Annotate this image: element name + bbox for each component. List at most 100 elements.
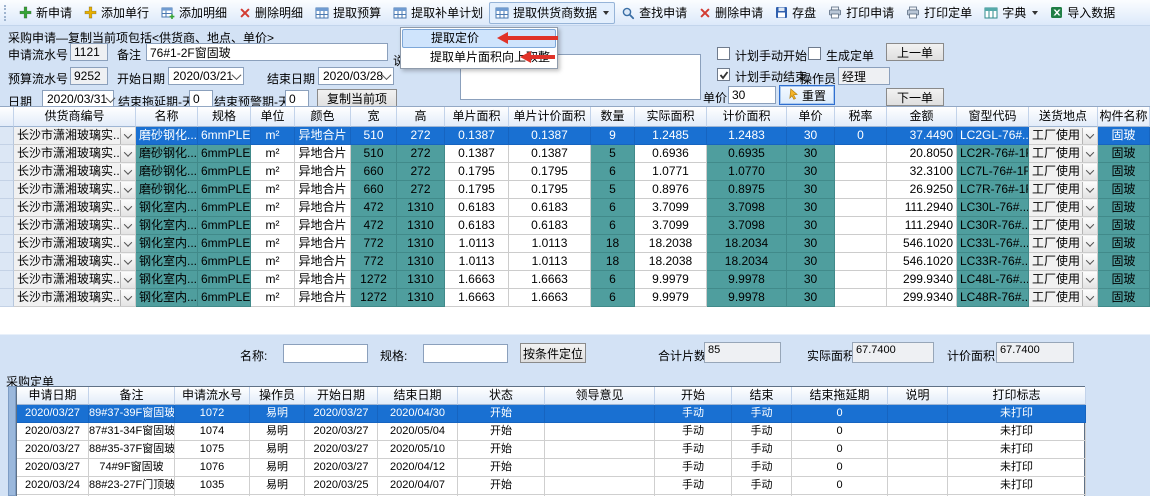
grid-cell[interactable]: 工厂使用	[1029, 163, 1098, 181]
dictionary-button[interactable]: 字典	[978, 2, 1044, 24]
budget-serial-input[interactable]	[70, 67, 108, 85]
grid-cell[interactable]: 0.6936	[635, 145, 707, 163]
orders-cell[interactable]: 88#35-37F窗固玻	[89, 441, 175, 459]
grid-cell[interactable]: LC7L-76#-1FO	[957, 163, 1029, 181]
end-date-combo[interactable]: 2020/03/28	[318, 67, 394, 85]
grid-cell[interactable]: 1.0113	[445, 235, 509, 253]
orders-cell[interactable]: 2020/05/10	[378, 441, 458, 459]
grid-cell[interactable]: 472	[351, 199, 397, 217]
grid-cell[interactable]: 6mmPLE...	[198, 253, 251, 271]
grid-cell[interactable]: 固玻	[1098, 253, 1150, 271]
start-date-combo[interactable]: 2020/03/21	[168, 67, 244, 85]
grid-column-header[interactable]: 送货地点	[1029, 107, 1098, 127]
grid-cell[interactable]: 0.1795	[445, 181, 509, 199]
grid-cell[interactable]: 长沙市潇湘玻璃实...	[14, 181, 136, 199]
grid-cell[interactable]: 26.9250	[887, 181, 957, 199]
grid-cell[interactable]: 0.1387	[509, 145, 591, 163]
orders-column-header[interactable]: 申请流水号	[175, 387, 250, 405]
grid-cell[interactable]: 固玻	[1098, 127, 1150, 145]
grid-cell[interactable]: 1272	[351, 271, 397, 289]
grid-cell[interactable]: 异地合片	[295, 289, 351, 307]
grid-cell[interactable]: m²	[251, 181, 295, 199]
orders-column-header[interactable]: 说明	[888, 387, 948, 405]
grid-cell[interactable]: 6	[591, 271, 635, 289]
orders-cell[interactable]: 2020/03/27	[17, 423, 89, 441]
orders-cell[interactable]: 易明	[250, 459, 305, 477]
grid-cell[interactable]: 9.9979	[635, 271, 707, 289]
orders-cell[interactable]: 手动	[732, 477, 792, 495]
grid-cell[interactable]: 299.9340	[887, 289, 957, 307]
grid-cell[interactable]: 272	[397, 181, 445, 199]
grid-cell[interactable]: 工厂使用	[1029, 199, 1098, 217]
extract-supplier-data-button[interactable]: 提取供货商数据	[489, 2, 615, 24]
grid-cell[interactable]: 长沙市潇湘玻璃实...	[14, 235, 136, 253]
grid-column-header[interactable]: 构件名称	[1098, 107, 1150, 127]
grid-cell[interactable]: 30	[787, 289, 835, 307]
grid-cell[interactable]: 6mmPLE...	[198, 271, 251, 289]
grid-cell[interactable]: 18	[591, 253, 635, 271]
orders-column-header[interactable]: 开始日期	[305, 387, 378, 405]
grid-cell[interactable]: m²	[251, 271, 295, 289]
orders-cell[interactable]: 开始	[458, 477, 545, 495]
grid-cell[interactable]: 1.0113	[509, 235, 591, 253]
grid-cell[interactable]: 510	[351, 127, 397, 145]
print-request-button[interactable]: 打印申请	[822, 2, 900, 24]
grid-cell[interactable]: 工厂使用	[1029, 235, 1098, 253]
grid-cell[interactable]: 1.0113	[509, 253, 591, 271]
orders-cell[interactable]: 手动	[655, 459, 732, 477]
orders-column-header[interactable]: 状态	[458, 387, 545, 405]
grid-column-header[interactable]: 数量	[591, 107, 635, 127]
grid-column-header[interactable]: 规格	[198, 107, 251, 127]
grid-column-header[interactable]: 实际面积	[635, 107, 707, 127]
grid-column-header[interactable]: 计价面积	[707, 107, 787, 127]
grid-cell[interactable]: 1310	[397, 235, 445, 253]
orders-cell[interactable]: 2020/04/12	[378, 459, 458, 477]
grid-cell[interactable]: 6	[591, 199, 635, 217]
orders-cell[interactable]: 手动	[655, 423, 732, 441]
grid-cell[interactable]: 30	[787, 145, 835, 163]
grid-cell[interactable]: 6	[591, 217, 635, 235]
orders-cell[interactable]: 未打印	[948, 405, 1086, 423]
grid-cell[interactable]: 固玻	[1098, 181, 1150, 199]
generate-order-checkbox[interactable]	[808, 47, 821, 60]
orders-column-header[interactable]: 结束	[732, 387, 792, 405]
grid-cell[interactable]: 5	[591, 181, 635, 199]
grid-cell[interactable]	[835, 163, 887, 181]
orders-cell[interactable]: 2020/05/04	[378, 423, 458, 441]
grid-cell[interactable]: 0.8975	[707, 181, 787, 199]
grid-cell[interactable]: 111.2940	[887, 217, 957, 235]
orders-cell[interactable]: 手动	[732, 405, 792, 423]
grid-cell[interactable]: 工厂使用	[1029, 289, 1098, 307]
grid-cell[interactable]: 0.1387	[445, 145, 509, 163]
orders-cell[interactable]: 开始	[458, 423, 545, 441]
grid-cell[interactable]: m²	[251, 145, 295, 163]
grid-cell[interactable]: 1.2485	[635, 127, 707, 145]
grid-column-header[interactable]: 单片计价面积	[509, 107, 591, 127]
grid-cell[interactable]: 固玻	[1098, 163, 1150, 181]
orders-cell[interactable]: 1075	[175, 441, 250, 459]
grid-column-header[interactable]: 税率	[835, 107, 887, 127]
grid-cell[interactable]: m²	[251, 127, 295, 145]
grid-cell[interactable]: 0	[835, 127, 887, 145]
operator-input[interactable]	[838, 67, 890, 85]
orders-cell[interactable]: 2020/03/24	[17, 477, 89, 495]
grid-cell[interactable]: m²	[251, 235, 295, 253]
grid-cell[interactable]: 32.3100	[887, 163, 957, 181]
grid-cell[interactable]: 磨砂钢化...	[136, 127, 198, 145]
import-data-button[interactable]: 导入数据	[1044, 2, 1121, 24]
grid-cell[interactable]: 工厂使用	[1029, 181, 1098, 199]
orders-cell[interactable]	[888, 477, 948, 495]
grid-cell[interactable]: 6mmPLE...	[198, 145, 251, 163]
orders-cell[interactable]: 易明	[250, 441, 305, 459]
grid-cell[interactable]: 0.1795	[445, 163, 509, 181]
orders-cell[interactable]: 手动	[732, 459, 792, 477]
orders-cell[interactable]: 74#9F窗固玻	[89, 459, 175, 477]
previous-order-button[interactable]: 上一单	[886, 43, 944, 61]
note-input[interactable]	[146, 43, 388, 61]
serial-input[interactable]	[70, 43, 108, 61]
grid-cell[interactable]: 660	[351, 181, 397, 199]
grid-cell[interactable]: 1.6663	[445, 271, 509, 289]
grid-cell[interactable]: 长沙市潇湘玻璃实...	[14, 253, 136, 271]
grid-cell[interactable]: LC30R-76#...	[957, 217, 1029, 235]
row-indicator[interactable]	[0, 127, 14, 145]
